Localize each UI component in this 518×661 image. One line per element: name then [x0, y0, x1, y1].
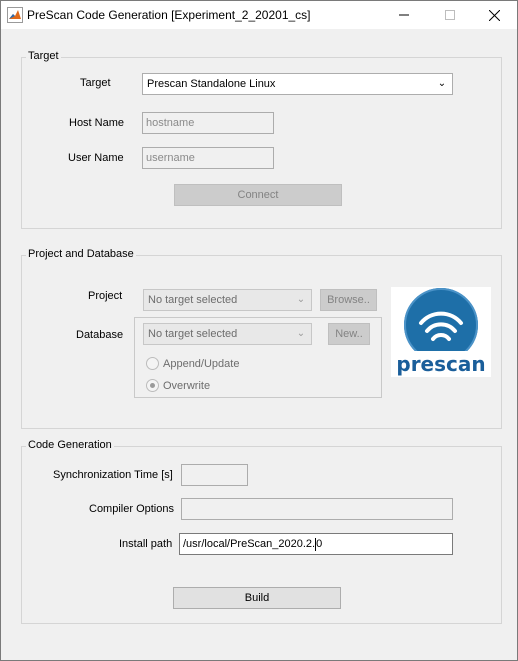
sync-time-input[interactable] [181, 464, 248, 486]
connect-button[interactable]: Connect [174, 184, 342, 206]
code-generation-group-title: Code Generation [26, 439, 114, 451]
title-bar: PreScan Code Generation [Experiment_2_20… [1, 1, 517, 29]
prescan-logo: prescan [391, 287, 491, 377]
close-button[interactable] [471, 1, 517, 29]
radio-dot [150, 383, 155, 388]
target-select-value: Prescan Standalone Linux [147, 78, 276, 90]
prescan-logo-text: prescan [396, 352, 485, 376]
window-title: PreScan Code Generation [Experiment_2_20… [27, 8, 311, 22]
build-button[interactable]: Build [173, 587, 341, 609]
maximize-button[interactable] [427, 1, 473, 29]
target-select[interactable]: Prescan Standalone Linux ⌄ [142, 73, 453, 95]
database-label: Database [76, 329, 124, 341]
database-select[interactable]: No target selected ⌄ [143, 323, 312, 345]
host-name-input[interactable]: hostname [142, 112, 274, 134]
project-select-value: No target selected [148, 294, 238, 306]
close-icon [488, 9, 500, 21]
chevron-down-icon: ⌄ [437, 78, 447, 89]
append-update-label: Append/Update [163, 358, 240, 370]
prescan-logo-icon: prescan [395, 288, 487, 376]
overwrite-label: Overwrite [163, 380, 211, 392]
chevron-down-icon: ⌄ [296, 294, 306, 305]
user-name-label: User Name [68, 152, 124, 164]
project-database-group-title: Project and Database [26, 248, 136, 260]
maximize-icon [445, 10, 455, 21]
target-group-title: Target [26, 50, 61, 62]
project-select[interactable]: No target selected ⌄ [143, 289, 312, 311]
radio-circle-selected [146, 379, 159, 392]
chevron-down-icon: ⌄ [296, 328, 306, 339]
sync-time-label: Synchronization Time [s] [53, 469, 173, 481]
new-database-button[interactable]: New.. [328, 323, 370, 345]
install-path-text-end: 0 [316, 538, 323, 550]
minimize-button[interactable] [381, 1, 427, 29]
browse-button[interactable]: Browse.. [320, 289, 377, 311]
matlab-logo-icon [7, 7, 23, 23]
install-path-label: Install path [119, 538, 173, 550]
minimize-icon [399, 14, 409, 16]
install-path-text: /usr/local/PreScan_2020.2. [183, 538, 316, 550]
radio-circle [146, 357, 159, 370]
code-generation-window: PreScan Code Generation [Experiment_2_20… [0, 0, 518, 661]
compiler-options-label: Compiler Options [89, 503, 174, 515]
target-label: Target [80, 77, 111, 89]
compiler-options-input[interactable] [181, 498, 453, 520]
project-label: Project [88, 290, 123, 302]
install-path-input[interactable]: /usr/local/PreScan_2020.2.0 [179, 533, 453, 555]
database-select-value: No target selected [148, 328, 238, 340]
host-name-label: Host Name [69, 117, 125, 129]
user-name-input[interactable]: username [142, 147, 274, 169]
